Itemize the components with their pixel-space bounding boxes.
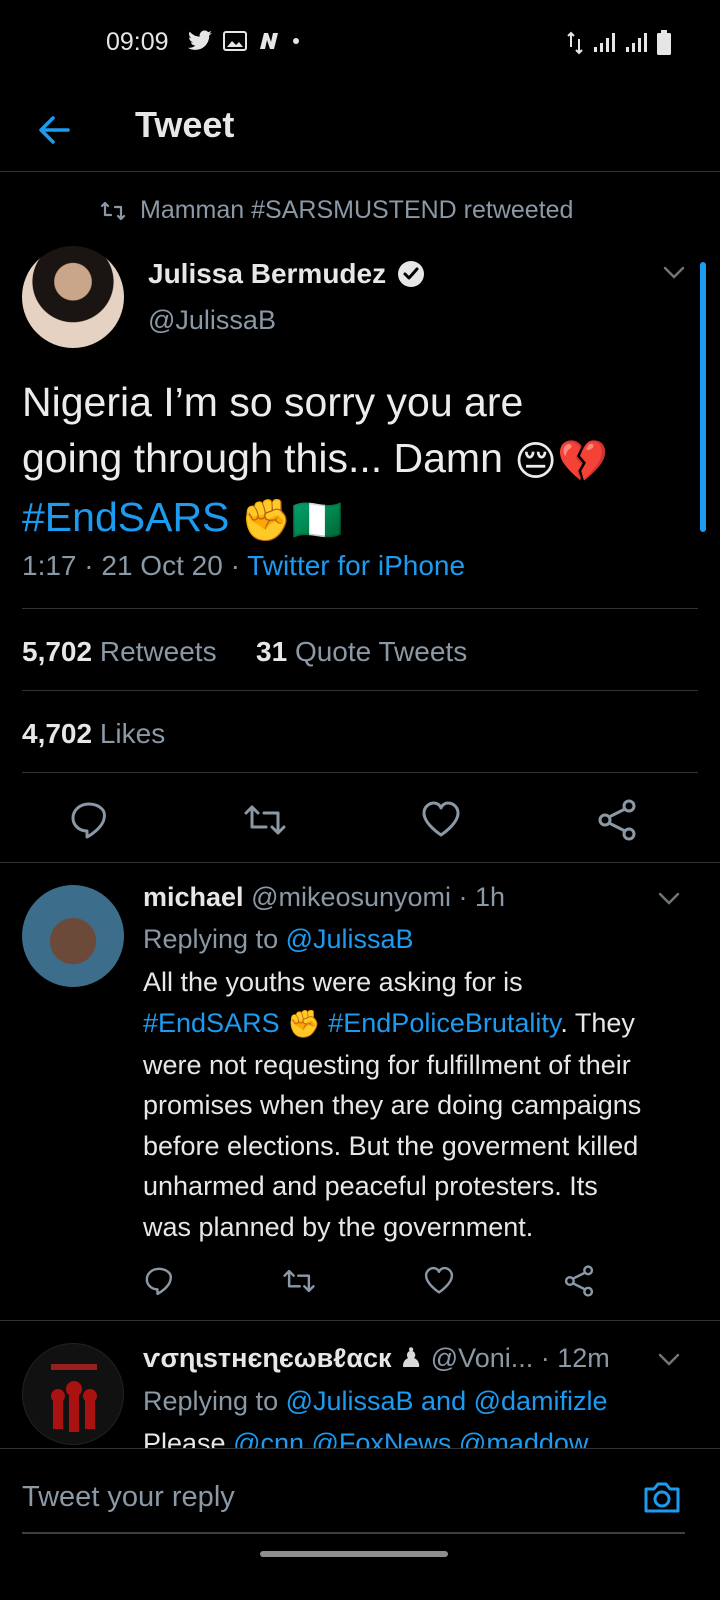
page-title: Tweet bbox=[135, 104, 235, 145]
replying-to: Replying to @JulissaB bbox=[143, 924, 414, 955]
replying-to-label: Replying to bbox=[143, 1386, 286, 1416]
reply-text-fragment: . They bbox=[560, 1007, 635, 1038]
replying-to: Replying to @JulissaB and @damifizle bbox=[143, 1386, 608, 1417]
retweet-context-text: Mamman #SARSMUSTEND retweeted bbox=[140, 196, 574, 224]
camera-icon[interactable] bbox=[640, 1475, 684, 1519]
quote-stats[interactable]: 31 Quote Tweets bbox=[256, 636, 467, 668]
share-icon[interactable] bbox=[560, 1262, 598, 1300]
replying-to-link[interactable]: @JulissaB and @damifizle bbox=[286, 1386, 608, 1416]
hashtag-link[interactable]: #EndSARS bbox=[22, 494, 229, 540]
data-arrows-icon bbox=[567, 31, 583, 55]
status-bar: 09:09 bbox=[0, 0, 720, 90]
arrow-left-icon[interactable] bbox=[34, 110, 74, 150]
reply-icon[interactable] bbox=[140, 1262, 178, 1300]
retweet-context[interactable]: Mamman #SARSMUSTEND retweeted bbox=[100, 196, 573, 225]
author-name[interactable]: Julissa Bermudez bbox=[148, 258, 426, 290]
reply-input[interactable]: Tweet your reply bbox=[22, 1481, 235, 1514]
tweet-meta: 1:17 · 21 Oct 20 · Twitter for iPhone bbox=[22, 550, 465, 582]
chevron-down-icon[interactable] bbox=[655, 1345, 683, 1373]
gesture-bar[interactable] bbox=[260, 1551, 448, 1557]
avatar[interactable] bbox=[22, 885, 124, 987]
tweet-timestamp: 1:17 · 21 Oct 20 · bbox=[22, 550, 248, 581]
author-display-name: Julissa Bermudez bbox=[148, 258, 387, 289]
reply-emoji: ✊ bbox=[287, 1009, 321, 1040]
reply-time: · 12m bbox=[533, 1343, 610, 1373]
raised-fists-icon bbox=[51, 1364, 97, 1432]
reply-composer: Tweet your reply bbox=[0, 1448, 720, 1558]
tweet-text-line-1: Nigeria I’m so sorry you are bbox=[22, 379, 524, 425]
signal-icon-2 bbox=[626, 33, 647, 52]
reply-text-line: promises when they are doing campaigns bbox=[143, 1090, 642, 1121]
divider bbox=[0, 1320, 720, 1321]
retweet-stats[interactable]: 5,702 Retweets bbox=[22, 636, 217, 668]
status-system-icons bbox=[566, 30, 672, 56]
divider bbox=[22, 608, 698, 609]
reply-author-emoji: ♟ bbox=[399, 1343, 424, 1373]
signal-icon bbox=[594, 33, 615, 52]
heart-icon[interactable] bbox=[416, 795, 466, 845]
n-icon bbox=[260, 33, 278, 49]
divider bbox=[22, 690, 698, 691]
gallery-icon bbox=[223, 31, 247, 51]
divider bbox=[0, 862, 720, 863]
status-notification-icons bbox=[187, 30, 301, 52]
tweet-emoji-2: ✊🇳🇬 bbox=[240, 497, 343, 544]
likes-label: Likes bbox=[99, 718, 166, 749]
reply-text: All the youths were asking for is #EndSA… bbox=[143, 962, 703, 1247]
tweet-text-line-2: going through this... Damn 😔💔 bbox=[22, 430, 702, 489]
quote-count: 31 bbox=[256, 636, 288, 667]
reply-text-line: was planned by the government. bbox=[143, 1211, 534, 1242]
hashtag-link[interactable]: #EndPoliceBrutality bbox=[328, 1008, 560, 1038]
reply-text-line: unharmed and peaceful protesters. Its bbox=[143, 1171, 598, 1202]
quote-label: Quote Tweets bbox=[294, 636, 468, 667]
share-icon[interactable] bbox=[592, 795, 642, 845]
author-handle[interactable]: @JulissaB bbox=[148, 305, 276, 336]
retweets-count: 5,702 bbox=[22, 636, 93, 667]
reply-input-underline bbox=[22, 1532, 685, 1534]
likes-stats[interactable]: 4,702 Likes bbox=[22, 718, 165, 750]
likes-count: 4,702 bbox=[22, 718, 93, 749]
reply-actions bbox=[140, 1262, 620, 1302]
reply-header[interactable]: michael @mikeosunyomi · 1h bbox=[143, 882, 505, 913]
avatar[interactable] bbox=[22, 246, 124, 348]
reply-handle: @Voni... bbox=[430, 1343, 534, 1373]
battery-icon bbox=[657, 30, 671, 55]
chevron-down-icon[interactable] bbox=[655, 884, 683, 912]
avatar[interactable] bbox=[22, 1343, 124, 1445]
reply-header[interactable]: ѵσɳɩsтнєɳєωвℓαcк ♟ @Voni... · 12m bbox=[143, 1343, 653, 1374]
reply-text-line: All the youths were asking for is bbox=[143, 967, 523, 997]
twitter-bird-icon bbox=[187, 30, 212, 50]
reply-author-name: michael bbox=[143, 882, 244, 912]
tweet-emoji-1: 😔💔 bbox=[514, 438, 609, 485]
reply-text-line: were not requesting for fulfillment of t… bbox=[143, 1049, 631, 1080]
tweet-actions bbox=[0, 795, 720, 855]
tweet-text: Nigeria I’m so sorry you are going throu… bbox=[22, 374, 702, 548]
verified-badge-icon bbox=[398, 261, 425, 287]
tweet-text-line-3: #EndSARS ✊🇳🇬 bbox=[22, 489, 702, 548]
tweet-text-line-2-text: going through this... Damn bbox=[22, 435, 515, 481]
replying-to-label: Replying to bbox=[143, 924, 286, 954]
hashtag-link[interactable]: #EndSARS bbox=[143, 1008, 280, 1038]
retweet-icon bbox=[100, 201, 126, 220]
replying-to-link[interactable]: @JulissaB bbox=[286, 924, 414, 954]
retweet-icon[interactable] bbox=[240, 795, 290, 845]
tweet-source-link[interactable]: Twitter for iPhone bbox=[247, 550, 465, 581]
reply-author-name: ѵσɳɩsтнєɳєωвℓαcк bbox=[143, 1343, 392, 1373]
status-time: 09:09 bbox=[106, 28, 169, 56]
reply-icon[interactable] bbox=[64, 795, 114, 845]
reply-text-line: before elections. But the goverment kill… bbox=[143, 1130, 639, 1161]
retweet-icon[interactable] bbox=[280, 1262, 318, 1300]
dot-icon bbox=[293, 38, 299, 44]
reply-handle-time: @mikeosunyomi · 1h bbox=[251, 882, 506, 912]
chevron-down-icon[interactable] bbox=[660, 258, 688, 286]
reply-text-line: #EndSARS ✊ #EndPoliceBrutality. They bbox=[143, 1003, 703, 1045]
divider bbox=[22, 772, 698, 773]
heart-icon[interactable] bbox=[420, 1262, 458, 1300]
retweets-label: Retweets bbox=[99, 636, 217, 667]
top-app-bar: Tweet bbox=[0, 90, 720, 172]
